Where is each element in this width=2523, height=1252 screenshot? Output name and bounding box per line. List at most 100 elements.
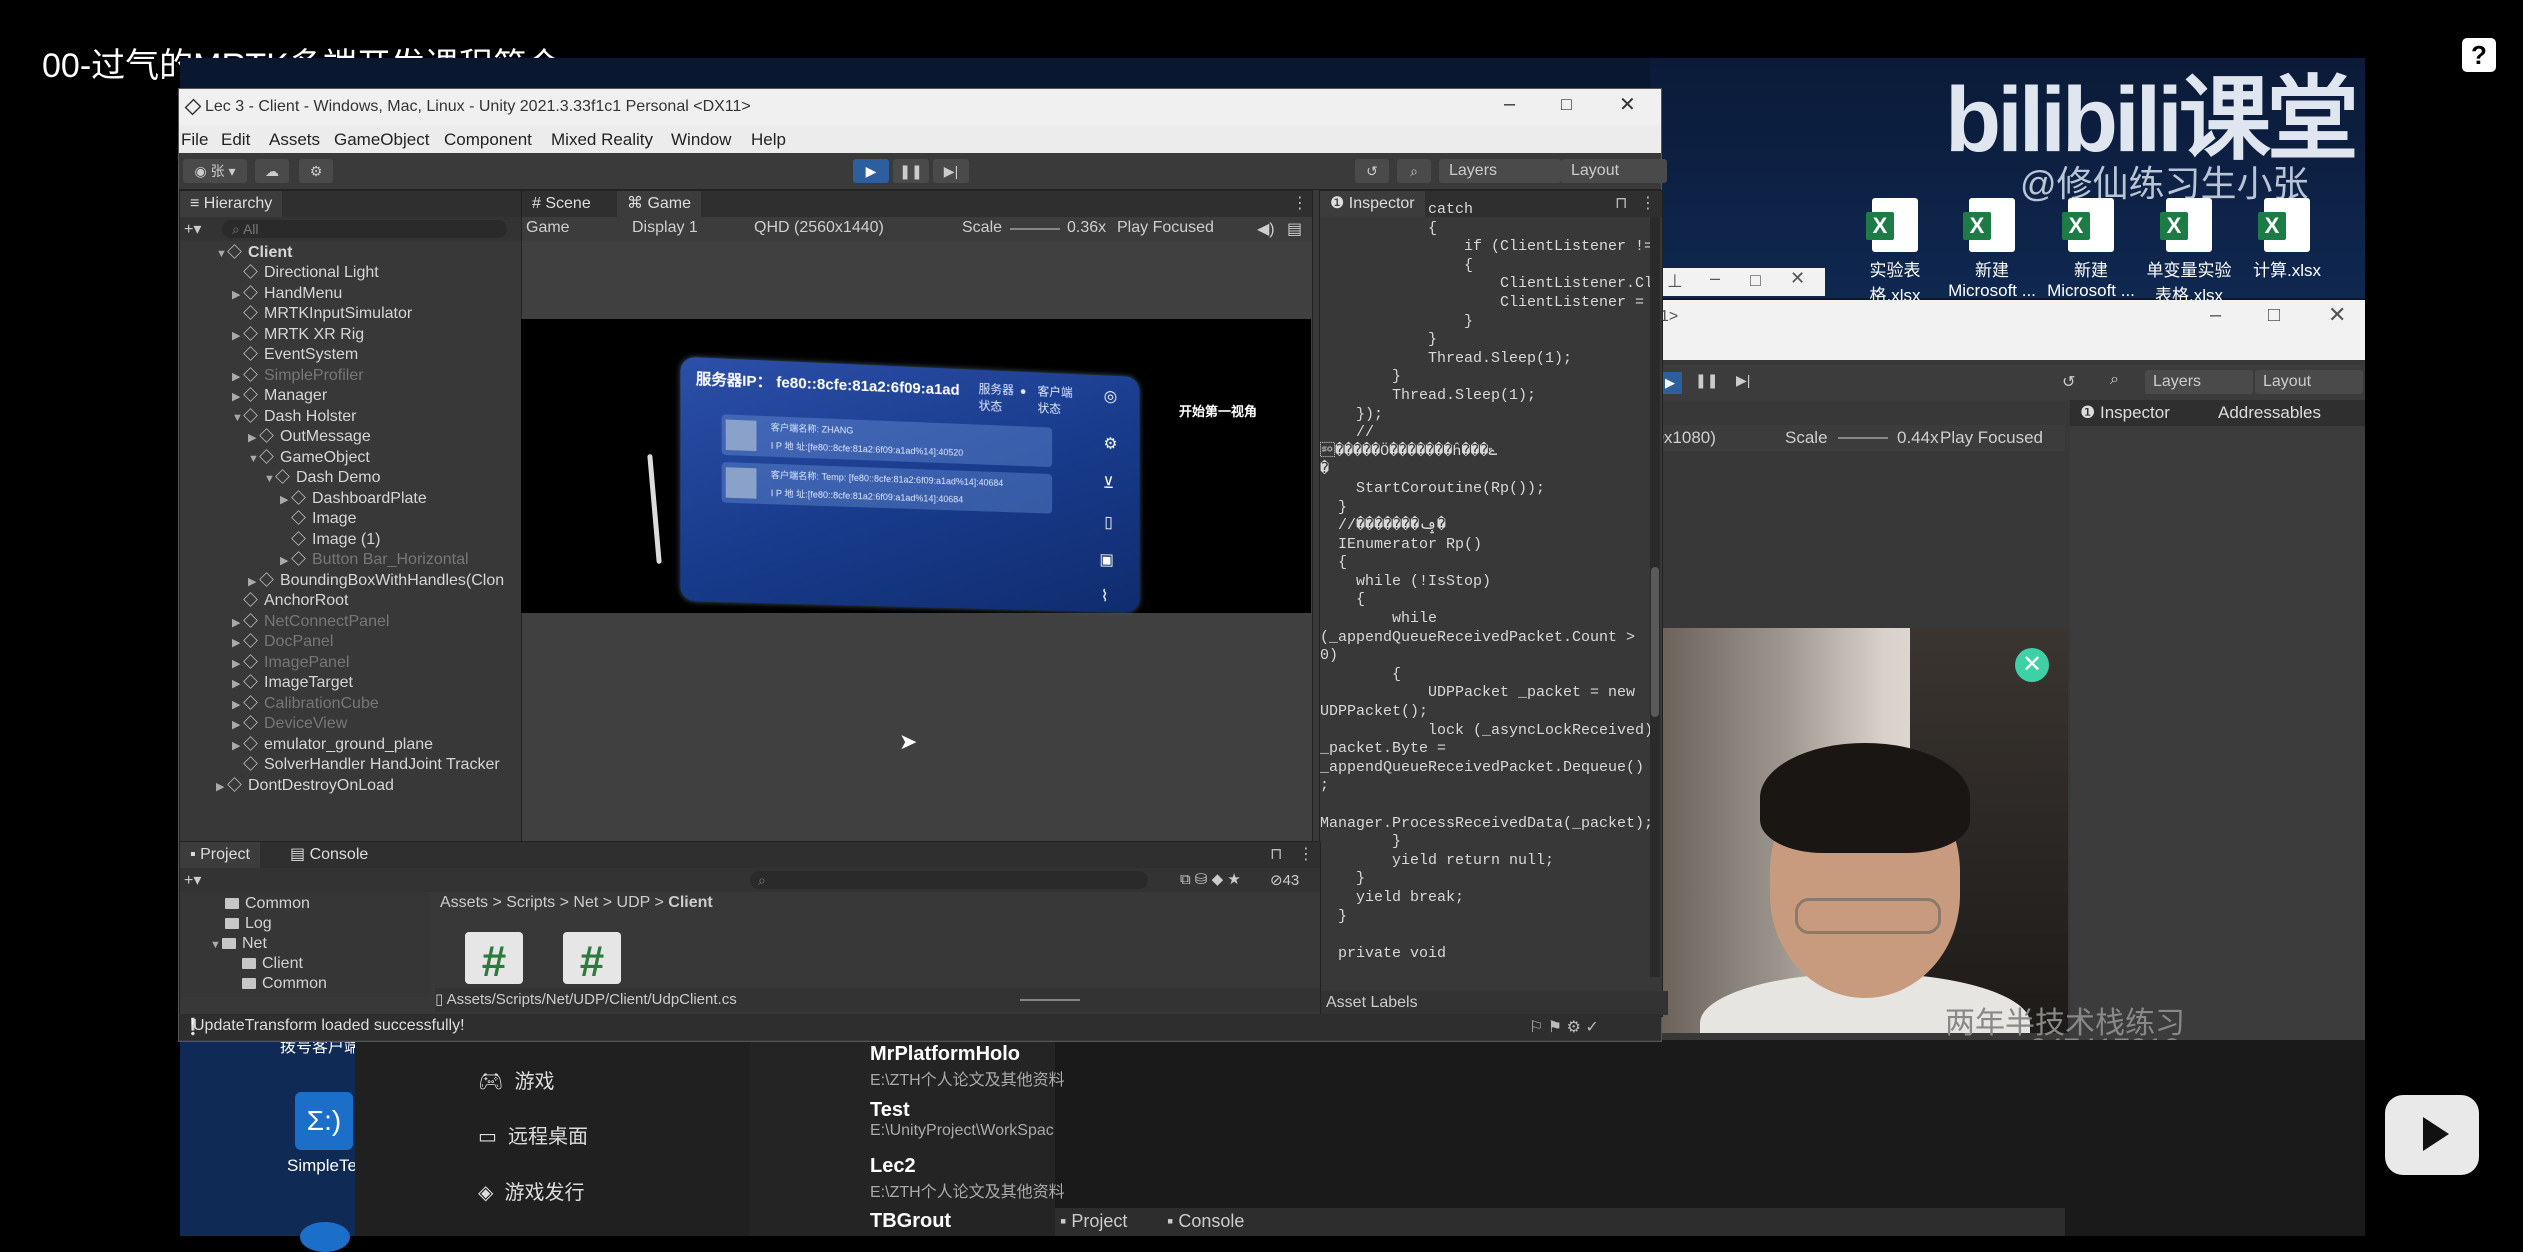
pause-icon[interactable]: ❚❚ [1695, 372, 1718, 389]
csharp-file-icon[interactable]: # [465, 932, 523, 984]
status-message[interactable]: UpdateTransform loaded successfully! [193, 1017, 465, 1035]
tab-project[interactable]: ▪ Project [1060, 1211, 1127, 1232]
maximize-icon[interactable]: □ [2268, 304, 2280, 327]
breadcrumb-item[interactable]: UDP [617, 894, 651, 911]
breadcrumb-item[interactable]: Net [573, 894, 598, 911]
maximize-icon[interactable]: □ [1750, 270, 1761, 291]
hierarchy-item[interactable]: ▼ Client [216, 243, 292, 263]
client-row[interactable]: 客户端名称: Temp: [fe80::8cfe:81a2:6f09:a1ad%… [721, 461, 1053, 514]
menu-file[interactable]: File [181, 130, 208, 150]
cloud-icon[interactable]: ☁ [255, 159, 289, 183]
hierarchy-item[interactable]: ▼ Dash Holster [232, 407, 356, 427]
filter-icon[interactable]: ⧉ ⛁ ◆ ★ [1180, 870, 1241, 888]
minimize-icon[interactable]: – [1710, 268, 1720, 289]
nav-item-remote-desktop[interactable]: ▭ 远程桌面 [478, 1120, 588, 1149]
menu-mixed-reality[interactable]: Mixed Reality [551, 130, 653, 150]
simpletest-app-icon[interactable]: Σ:) [295, 1092, 353, 1150]
document-icon[interactable]: ▯ [1099, 513, 1118, 533]
game-mode-dropdown[interactable]: Game [526, 219, 570, 237]
tab-console[interactable]: ▤ Console [280, 842, 378, 868]
image-icon[interactable]: ▣ [1097, 551, 1116, 571]
breadcrumb-item[interactable]: Assets [440, 894, 488, 911]
desktop-file-icon[interactable]: X 新建 Microsoft ... [2046, 198, 2136, 301]
layout-dropdown[interactable]: Layout [1561, 159, 1667, 183]
csharp-file-icon[interactable]: # [563, 932, 621, 984]
hierarchy-item[interactable]: ▶ DontDestroyOnLoad [216, 776, 394, 796]
hierarchy-item[interactable]: Image (1) [280, 530, 380, 550]
hierarchy-item[interactable]: ▶ ImagePanel [232, 653, 349, 673]
asset-labels-bar[interactable]: Asset Labels [1320, 991, 1668, 1015]
hierarchy-item[interactable]: ▶ HandMenu [232, 284, 342, 304]
folder-item[interactable]: Log [225, 915, 272, 933]
account-dropdown[interactable]: ◉ 张 ▾ [183, 159, 247, 183]
hierarchy-item[interactable]: Image [280, 509, 356, 529]
client-row[interactable]: 客户端名称: ZHANG I P 地 址:[fe80::8cfe:81a2:6f… [721, 414, 1053, 468]
hierarchy-item[interactable]: ▶ OutMessage [248, 427, 371, 447]
hierarchy-item[interactable]: ▶ NetConnectPanel [232, 612, 389, 632]
play-focused-dropdown[interactable]: Play Focused [1940, 428, 2043, 448]
project-search-input[interactable]: ⌕ [750, 871, 1148, 889]
tab-addressables[interactable]: Addressables [2218, 403, 2321, 423]
tab-console[interactable]: ▪ Console [1167, 1211, 1244, 1232]
project-item[interactable]: Test E:\UnityProject\WorkSpac [870, 1099, 1054, 1140]
menu-component[interactable]: Component [444, 130, 532, 150]
hierarchy-item[interactable]: ▶ BoundingBoxWithHandles(Clon [248, 571, 504, 591]
search-icon[interactable]: ⌕ [2110, 371, 2119, 389]
tab-inspector[interactable]: ❶ Inspector [2080, 403, 2170, 423]
scale-slider[interactable] [1838, 437, 1888, 439]
hierarchy-item[interactable]: Directional Light [232, 263, 379, 283]
pause-icon[interactable]: ❚❚ [893, 159, 929, 183]
desktop-file-icon[interactable]: X 计算.xlsx [2242, 198, 2332, 281]
breadcrumb-item[interactable]: Scripts [506, 894, 555, 911]
tab-hierarchy[interactable]: ≡ Hierarchy [180, 191, 283, 217]
add-icon[interactable]: +▾ [184, 870, 201, 890]
resolution-dropdown[interactable]: QHD (2560x1440) [754, 219, 884, 237]
close-icon[interactable]: ✕ [1790, 268, 1805, 289]
status-icons[interactable]: ⚐ ⚑ ⚙ ✓ [1529, 1017, 1599, 1037]
folder-item[interactable]: Client [242, 955, 303, 973]
lock-icon[interactable]: ⊓ [1270, 844, 1282, 864]
menu-edit[interactable]: Edit [221, 130, 250, 150]
bilibili-tv-icon[interactable] [2385, 1095, 2479, 1175]
mute-icon[interactable]: ◀) [1257, 219, 1275, 239]
tab-scene[interactable]: # Scene [522, 191, 601, 217]
desktop-file-icon[interactable]: X 实验表格.xlsx [1850, 198, 1940, 306]
hierarchy-item[interactable]: SolverHandler HandJoint Tracker [232, 755, 500, 775]
tab-game[interactable]: ⌘ Game [617, 191, 702, 217]
minimize-icon[interactable]: – [2210, 304, 2221, 327]
scale-slider[interactable] [1010, 228, 1060, 230]
hierarchy-item[interactable]: ▶ SimpleProfiler [232, 366, 364, 386]
webcam-close-icon[interactable]: ✕ [2015, 648, 2049, 682]
hierarchy-item[interactable]: ▶ emulator_ground_plane [232, 735, 433, 755]
cart-icon[interactable]: ⊻ [1099, 474, 1118, 494]
search-icon[interactable]: ⌕ [1397, 159, 1431, 183]
folder-item[interactable]: ▼ Net [210, 935, 267, 953]
nav-item-games[interactable]: 🎮︎ 游戏 [478, 1065, 555, 1094]
first-person-label[interactable]: 开始第一视角 [1179, 401, 1257, 420]
maximize-icon[interactable]: □ [1561, 94, 1572, 115]
hierarchy-item[interactable]: ▶ Button Bar_Horizontal [280, 550, 469, 570]
stats-icon[interactable]: ▤ [1287, 219, 1302, 239]
project-item[interactable]: MrPlatformHolo E:\ZTH个人论文及其他资料 [870, 1043, 1065, 1090]
hierarchy-item[interactable]: ▼ GameObject [248, 448, 370, 468]
project-item[interactable]: Lec2 E:\ZTH个人论文及其他资料 [870, 1155, 1065, 1202]
pin-icon[interactable]: ⊥ [1667, 271, 1683, 292]
scroll-thumb[interactable] [1651, 567, 1659, 717]
play-icon[interactable]: ▶ [853, 159, 889, 183]
help-icon[interactable]: ? [2462, 38, 2496, 72]
more-icon[interactable]: ⋮ [1298, 844, 1314, 864]
hierarchy-item[interactable]: ▶ DocPanel [232, 632, 333, 652]
history-icon[interactable]: ↺ [1355, 159, 1389, 183]
inspector-scrollbar[interactable] [1650, 217, 1660, 977]
layout-dropdown[interactable]: Layout [2255, 370, 2363, 394]
hierarchy-item[interactable]: ▶ MRTK XR Rig [232, 325, 364, 345]
paperclip-icon[interactable]: ⌇ [1095, 587, 1114, 607]
menu-window[interactable]: Window [671, 130, 731, 150]
menu-assets[interactable]: Assets [269, 130, 320, 150]
display-dropdown[interactable]: Display 1 [632, 219, 698, 237]
hierarchy-item[interactable]: ▶ DashboardPlate [280, 489, 427, 509]
desktop-file-icon[interactable]: X 新建 Microsoft ... [1947, 198, 2037, 301]
dashboard-panel[interactable]: 服务器IP： fe80::8cfe:81a2:6f09:a1ad 服务器 状态 … [680, 356, 1140, 613]
gear-icon[interactable]: ⚙ [1101, 434, 1120, 454]
hierarchy-item[interactable]: ▶ ImageTarget [232, 673, 353, 693]
